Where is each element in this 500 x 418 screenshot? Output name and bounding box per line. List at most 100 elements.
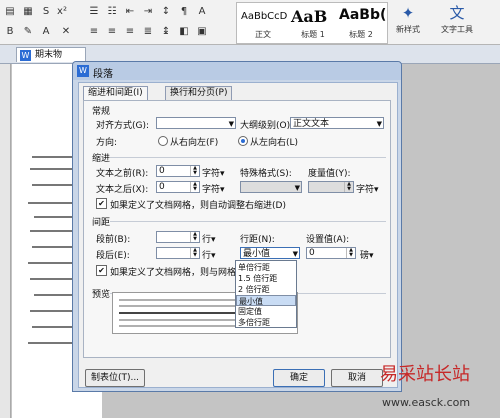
tab-stops-button[interactable]: 制表位(T)... bbox=[85, 369, 145, 387]
paragraph-dialog: W 段落 缩进和间距(I) 换行和分页(P) 常规 对齐方式(G): ▼ 大纲级… bbox=[72, 61, 402, 392]
cancel-button[interactable]: 取消 bbox=[331, 369, 383, 387]
chevron-down-icon: ▼ bbox=[292, 250, 298, 258]
text-tools-icon: 文 bbox=[449, 4, 465, 22]
divider bbox=[110, 221, 386, 222]
line-spacing-icon[interactable]: ↨ bbox=[160, 26, 172, 38]
chevron-down-icon: ▼ bbox=[294, 184, 300, 192]
set-value-label: 设置值(A): bbox=[306, 235, 350, 245]
dialog-body: 缩进和间距(I) 换行和分页(P) 常规 对齐方式(G): ▼ 大纲级别(O):… bbox=[78, 82, 398, 388]
clear-format-icon[interactable]: ✕ bbox=[60, 26, 72, 38]
show-marks-icon[interactable]: ¶ bbox=[178, 6, 190, 18]
align-select[interactable]: ▼ bbox=[156, 117, 236, 129]
auto-right-indent-label: 如果定义了文档网格，则自动调整右缩进(D) bbox=[110, 201, 286, 211]
line-option-one-half[interactable]: 1.5 倍行距 bbox=[236, 273, 296, 284]
line-option-single[interactable]: 单倍行距 bbox=[236, 262, 296, 273]
superscript-icon[interactable]: x² bbox=[56, 6, 68, 18]
watermark-url: www.easck.com bbox=[382, 396, 471, 409]
special-format-label: 特殊格式(S): bbox=[240, 169, 292, 179]
line-option-double[interactable]: 2 倍行距 bbox=[236, 284, 296, 295]
section-preview: 预览 bbox=[92, 290, 111, 300]
text-tools-button[interactable]: 文 文字工具 bbox=[434, 2, 480, 42]
shading-icon[interactable]: ◧ bbox=[178, 26, 190, 38]
space-before-unit[interactable]: 行▾ bbox=[202, 232, 216, 245]
divider bbox=[110, 157, 386, 158]
dialog-title: 段落 bbox=[93, 69, 113, 80]
indent-before-input[interactable]: 0 ▲ ▼ bbox=[156, 165, 200, 177]
chevron-down-icon: ▼ bbox=[376, 120, 382, 128]
dialog-titlebar[interactable]: W 段落 bbox=[73, 62, 401, 80]
outline-level-value: 正文文本 bbox=[293, 119, 330, 129]
line-spacing-value: 最小值 bbox=[243, 249, 271, 259]
ltr-radio[interactable] bbox=[238, 136, 248, 146]
sort-icon[interactable]: ↕ bbox=[160, 6, 172, 18]
special-format-select[interactable]: ▼ bbox=[240, 181, 302, 193]
indent-after-unit[interactable]: 字符▾ bbox=[202, 182, 225, 195]
indent-before-unit[interactable]: 字符▾ bbox=[202, 166, 225, 179]
tab-indent-spacing[interactable]: 缩进和间距(I) bbox=[83, 86, 148, 101]
style-preview: AaB bbox=[291, 7, 328, 26]
measure-unit[interactable]: 字符▾ bbox=[356, 182, 379, 195]
font-size-up-icon[interactable]: A bbox=[196, 6, 208, 18]
style-heading-2[interactable]: AaBb( 标题 2 bbox=[337, 5, 386, 41]
style-preview: AaBbCcD bbox=[241, 11, 288, 22]
outline-level-label: 大纲级别(O): bbox=[240, 121, 294, 131]
space-before-input[interactable]: ▲ ▼ bbox=[156, 231, 200, 243]
indent-before-label: 文本之前(R): bbox=[96, 169, 149, 179]
indent-increase-icon[interactable]: ⇥ bbox=[142, 6, 154, 18]
snap-to-grid-checkbox[interactable]: ✔ bbox=[96, 265, 107, 276]
word-doc-icon: W bbox=[20, 50, 31, 61]
numbering-icon[interactable]: ☷ bbox=[106, 6, 118, 18]
style-label: 标题 1 bbox=[301, 30, 325, 39]
style-heading-1[interactable]: AaB 标题 1 bbox=[289, 5, 337, 41]
indent-decrease-icon[interactable]: ⇤ bbox=[124, 6, 136, 18]
set-value-input[interactable]: 0 ▲ ▼ bbox=[306, 247, 356, 259]
set-value-unit[interactable]: 磅▾ bbox=[360, 248, 374, 261]
text-box-icon[interactable]: ▤ bbox=[4, 6, 16, 18]
new-style-button[interactable]: ✦ 新样式 bbox=[388, 2, 428, 42]
font-color-icon[interactable]: A bbox=[40, 26, 52, 38]
direction-label: 方向: bbox=[96, 138, 118, 148]
align-right-icon[interactable]: ≡ bbox=[124, 26, 136, 38]
bullets-icon[interactable]: ☰ bbox=[88, 6, 100, 18]
border-icon[interactable]: ▦ bbox=[22, 6, 34, 18]
vertical-ruler bbox=[0, 64, 11, 418]
auto-right-indent-checkbox[interactable]: ✔ bbox=[96, 198, 107, 209]
align-left-icon[interactable]: ≡ bbox=[88, 26, 100, 38]
snap-to-grid-label: 如果定义了文档网格，则与网格对 bbox=[110, 268, 246, 278]
document-tab-label: 期末物 bbox=[35, 50, 63, 60]
line-option-multiple[interactable]: 多倍行距 bbox=[236, 317, 296, 328]
strikethrough-icon[interactable]: S bbox=[40, 6, 52, 18]
measure-label: 度量值(Y): bbox=[308, 169, 351, 179]
document-tab[interactable]: W 期末物 bbox=[16, 47, 86, 62]
measure-input[interactable]: ▲ ▼ bbox=[308, 181, 354, 193]
line-option-at-least[interactable]: 最小值 bbox=[236, 295, 296, 306]
borders-icon[interactable]: ▣ bbox=[196, 26, 208, 38]
indent-after-input[interactable]: 0 ▲ ▼ bbox=[156, 181, 200, 193]
align-center-icon[interactable]: ≡ bbox=[106, 26, 118, 38]
space-after-unit[interactable]: 行▾ bbox=[202, 248, 216, 261]
spinner-icon[interactable]: ▲ ▼ bbox=[344, 182, 353, 192]
spinner-icon[interactable]: ▲ ▼ bbox=[190, 166, 199, 176]
line-spacing-select[interactable]: 最小值 ▼ bbox=[240, 247, 300, 259]
rtl-radio[interactable] bbox=[158, 136, 168, 146]
new-style-label: 新样式 bbox=[396, 25, 420, 34]
space-after-input[interactable]: ▲ ▼ bbox=[156, 247, 200, 259]
section-indent: 缩进 bbox=[92, 154, 111, 164]
spinner-icon[interactable]: ▲ ▼ bbox=[346, 248, 355, 258]
tab-line-page-breaks[interactable]: 换行和分页(P) bbox=[165, 86, 233, 100]
style-normal[interactable]: AaBbCcD 正文 bbox=[239, 5, 287, 41]
bold-icon[interactable]: B bbox=[4, 26, 16, 38]
spinner-icon[interactable]: ▲ ▼ bbox=[190, 182, 199, 192]
space-before-label: 段前(B): bbox=[96, 235, 131, 245]
style-gallery: AaBbCcD 正文 AaB 标题 1 AaBb( 标题 2 bbox=[236, 2, 388, 44]
space-after-label: 段后(E): bbox=[96, 251, 130, 261]
spinner-icon[interactable]: ▲ ▼ bbox=[190, 232, 199, 242]
app-icon: W bbox=[77, 65, 89, 77]
justify-icon[interactable]: ≣ bbox=[142, 26, 154, 38]
line-option-exactly[interactable]: 固定值 bbox=[236, 306, 296, 317]
align-label: 对齐方式(G): bbox=[96, 121, 150, 131]
spinner-icon[interactable]: ▲ ▼ bbox=[190, 248, 199, 258]
highlight-icon[interactable]: ✎ bbox=[22, 26, 34, 38]
outline-level-select[interactable]: 正文文本 ▼ bbox=[290, 117, 384, 129]
ok-button[interactable]: 确定 bbox=[273, 369, 325, 387]
